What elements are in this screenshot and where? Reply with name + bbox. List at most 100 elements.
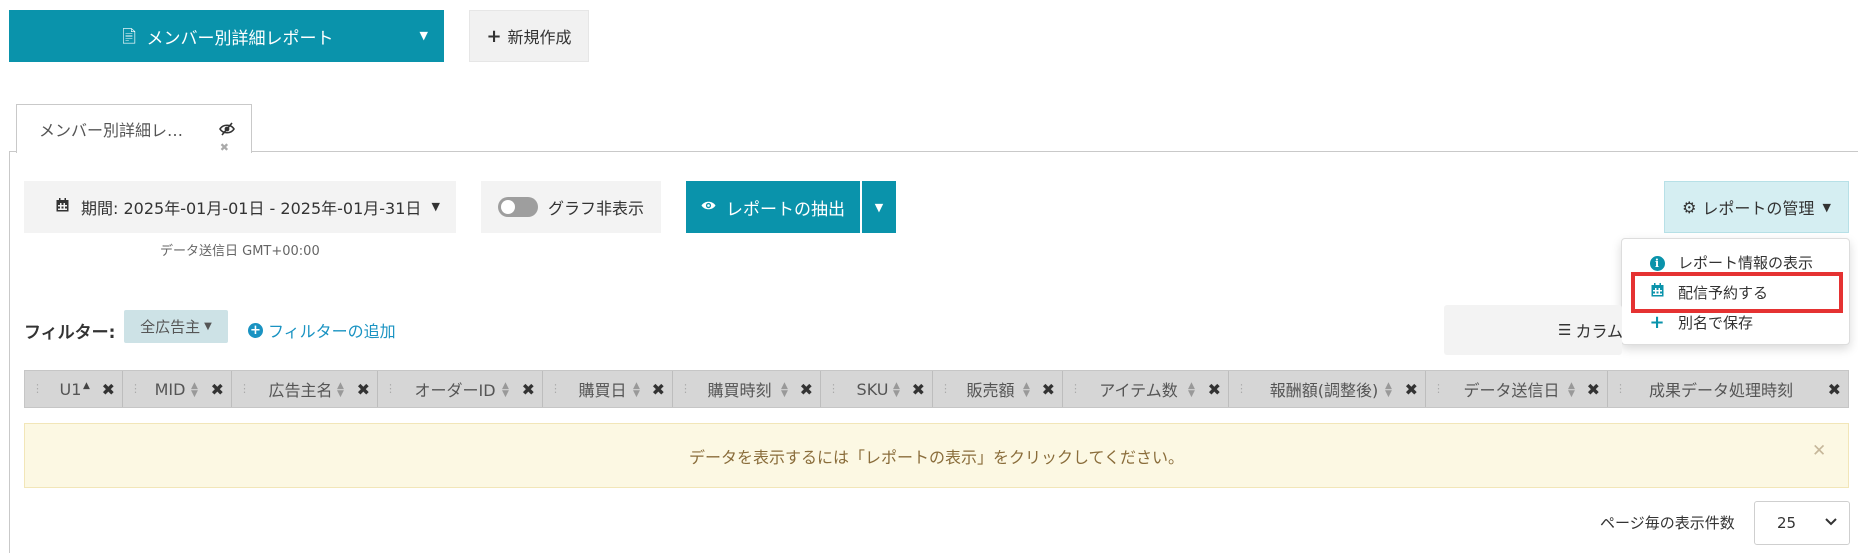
tab-report[interactable]: メンバー別詳細レ… ✖: [16, 104, 252, 154]
graph-toggle-switch[interactable]: [498, 197, 538, 217]
column-header[interactable]: ⋮ オーダーID ▲ ▼ ✖: [378, 371, 543, 407]
drag-handle-icon[interactable]: ⋮: [1615, 382, 1626, 395]
sort-icon[interactable]: ▲ ▼: [337, 382, 344, 399]
sort-icon[interactable]: ▲ ▼: [1568, 382, 1575, 399]
per-page-value: 25: [1777, 514, 1797, 532]
chevron-down-icon: [1825, 515, 1837, 529]
remove-column-icon[interactable]: ✖: [912, 380, 925, 399]
extract-report-label: レポートの抽出: [726, 199, 845, 220]
tab-bar-divider: [9, 151, 1858, 152]
column-header[interactable]: ⋮ U1 ▲ ✖: [25, 371, 123, 407]
close-icon[interactable]: ✕: [1812, 441, 1826, 461]
column-label: U1: [59, 379, 82, 399]
tab-close-icon[interactable]: ✖: [220, 141, 229, 154]
drag-handle-icon[interactable]: ⋮: [680, 382, 691, 395]
remove-column-icon[interactable]: ✖: [652, 380, 665, 399]
tab-label: メンバー別詳細レ…: [39, 121, 184, 140]
drag-handle-icon[interactable]: ⋮: [828, 382, 839, 395]
column-header[interactable]: ⋮ 広告主名 ▲ ▼ ✖: [232, 371, 378, 407]
column-header[interactable]: ⋮ 購買日 ▲ ▼ ✖: [543, 371, 673, 407]
remove-column-icon[interactable]: ✖: [1405, 380, 1418, 399]
manage-report-button[interactable]: ⚙ レポートの管理 ▼: [1664, 181, 1849, 233]
column-header[interactable]: ⋮ アイテム数 ▲ ▼ ✖: [1063, 371, 1229, 407]
column-header[interactable]: ⋮ 販売額 ▲ ▼ ✖: [933, 371, 1063, 407]
drag-handle-icon[interactable]: ⋮: [550, 382, 561, 395]
column-label: 成果データ処理時刻: [1648, 381, 1793, 400]
new-report-button[interactable]: + 新規作成: [469, 10, 589, 62]
calendar-icon: [56, 198, 69, 216]
column-header[interactable]: ⋮ 報酬額(調整後) ▲ ▼ ✖: [1229, 371, 1426, 407]
add-filter-link[interactable]: + フィルターの追加: [248, 318, 396, 342]
panel-border: [9, 151, 10, 553]
remove-column-icon[interactable]: ✖: [522, 380, 535, 399]
remove-column-icon[interactable]: ✖: [102, 380, 115, 399]
add-filter-label: フィルターの追加: [268, 322, 396, 341]
sort-icon[interactable]: ▲ ▼: [633, 382, 640, 399]
remove-column-icon[interactable]: ✖: [1042, 380, 1055, 399]
drag-handle-icon[interactable]: ⋮: [385, 382, 396, 395]
report-select-label: メンバー別詳細レポート: [146, 28, 334, 49]
extract-options-caret[interactable]: ▼: [862, 181, 896, 233]
column-label: オーダーID: [414, 381, 496, 400]
column-label: 購買時刻: [707, 381, 772, 400]
gear-icon: ⚙: [1682, 197, 1697, 217]
report-select-button[interactable]: 📄︎ メンバー別詳細レポート ▼: [9, 10, 444, 62]
sort-icon[interactable]: ▲ ▼: [191, 382, 198, 399]
plus-icon: +: [1649, 311, 1665, 333]
remove-column-icon[interactable]: ✖: [1587, 380, 1600, 399]
column-label: 報酬額(調整後): [1269, 381, 1379, 400]
sort-icon[interactable]: ▲ ▼: [781, 382, 788, 399]
column-header[interactable]: ⋮ 成果データ処理時刻 ✖: [1608, 371, 1848, 407]
column-header[interactable]: ⋮ データ送信日 ▲ ▼ ✖: [1426, 371, 1608, 407]
drag-handle-icon[interactable]: ⋮: [1070, 382, 1081, 395]
sort-icon[interactable]: ▲ ▼: [1188, 382, 1195, 399]
graph-toggle-label: グラフ非表示: [548, 199, 645, 218]
column-label: 広告主名: [268, 381, 333, 400]
remove-column-icon[interactable]: ✖: [1208, 380, 1221, 399]
drag-handle-icon[interactable]: ⋮: [32, 382, 43, 395]
column-header[interactable]: ⋮ SKU ▲ ▼ ✖: [821, 371, 933, 407]
per-page-label: ページ毎の表示件数: [1600, 514, 1735, 532]
remove-column-icon[interactable]: ✖: [357, 380, 370, 399]
drag-handle-icon[interactable]: ⋮: [940, 382, 951, 395]
column-label: 購買日: [578, 381, 627, 400]
column-label: SKU: [856, 379, 889, 399]
column-settings-button[interactable]: ☰ カラム: [1444, 305, 1622, 355]
column-header[interactable]: ⋮ 購買時刻 ▲ ▼ ✖: [673, 371, 821, 407]
period-label: 期間: 2025年-01月-01日 - 2025年-01月-31日: [81, 199, 422, 218]
period-note: データ送信日 GMT+00:00: [160, 244, 320, 259]
filter-label: フィルター:: [24, 323, 116, 343]
remove-column-icon[interactable]: ✖: [211, 380, 224, 399]
extract-report-button[interactable]: レポートの抽出: [686, 181, 860, 233]
drag-handle-icon[interactable]: ⋮: [1236, 382, 1247, 395]
caret-down-icon: ▼: [874, 200, 884, 214]
document-icon: 📄︎: [119, 27, 139, 45]
menu-item-label: レポート情報の表示: [1678, 253, 1814, 272]
caret-down-icon: ▼: [204, 321, 212, 332]
eye-slash-icon[interactable]: [219, 122, 235, 140]
remove-column-icon[interactable]: ✖: [800, 380, 813, 399]
column-header[interactable]: ⋮ MID ▲ ▼ ✖: [123, 371, 232, 407]
sort-icon[interactable]: ▲ ▼: [893, 382, 900, 399]
period-picker-button[interactable]: 期間: 2025年-01月-01日 - 2025年-01月-31日 ▼: [24, 181, 456, 233]
remove-column-icon[interactable]: ✖: [1828, 380, 1841, 399]
caret-down-icon: ▼: [431, 200, 440, 213]
per-page-select[interactable]: 25: [1754, 501, 1850, 545]
drag-handle-icon[interactable]: ⋮: [1433, 382, 1444, 395]
column-label: 販売額: [966, 381, 1015, 400]
plus-circle-icon: +: [248, 322, 263, 338]
sort-icon[interactable]: ▲ ▼: [502, 382, 509, 399]
drag-handle-icon[interactable]: ⋮: [239, 382, 250, 395]
advertiser-filter-dropdown[interactable]: 全広告主 ▼: [124, 310, 228, 343]
plus-icon: +: [486, 25, 502, 47]
drag-handle-icon[interactable]: ⋮: [130, 382, 141, 395]
sort-icon[interactable]: ▲ ▼: [1023, 382, 1030, 399]
list-icon: ☰: [1558, 321, 1572, 339]
column-label: MID: [154, 379, 186, 399]
caret-down-icon: ▼: [1822, 200, 1831, 214]
new-report-label: 新規作成: [507, 28, 572, 47]
table-header: ⋮ U1 ▲ ✖ ⋮ MID ▲ ▼ ✖ ⋮ 広告主名 ▲ ▼ ✖ ⋮ オーダーID…: [24, 370, 1849, 408]
alert-message: データを表示するには「レポートの表示」をクリックしてください。: [688, 447, 1185, 467]
sort-icon[interactable]: ▲ ▼: [1385, 382, 1392, 399]
sort-asc-icon[interactable]: ▲: [83, 382, 90, 391]
